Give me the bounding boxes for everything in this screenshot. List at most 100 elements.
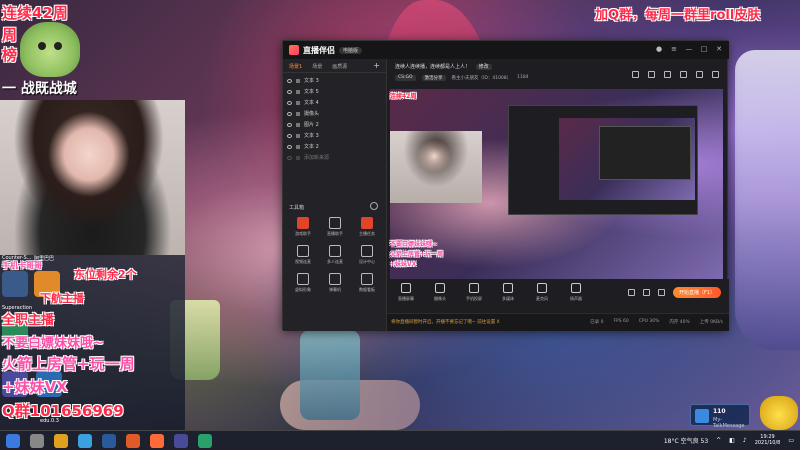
lock-icon <box>296 155 300 160</box>
task-icon <box>361 217 373 229</box>
preview-webcam <box>390 131 482 203</box>
tool-anchor-task[interactable]: 主播任务 <box>351 217 383 237</box>
overlay-rank-char: 榜 <box>2 46 18 64</box>
start-stream-button[interactable]: 开始直播（F1） <box>672 287 721 298</box>
tool-design-center[interactable]: 设计中心 <box>351 245 383 265</box>
eye-icon[interactable] <box>287 133 292 138</box>
lock-icon[interactable] <box>296 100 300 105</box>
wechat-icon[interactable] <box>198 434 212 448</box>
list-item[interactable]: 图片 2 <box>287 119 382 130</box>
weather-text[interactable]: 18°C 空气良 53 <box>664 436 708 445</box>
tab-quality[interactable]: 画质源 <box>332 63 347 70</box>
app-titlebar[interactable]: 直播伴侣 电脑版 ● ≡ — □ ✕ <box>283 41 729 59</box>
speaker-button[interactable]: 扬声器 <box>565 283 587 302</box>
quality-icon[interactable] <box>642 289 650 296</box>
overlay-guild-text: 一 战既战城 <box>2 81 77 97</box>
stream-title: 连续人连续播，连续都是人上人！ <box>395 64 471 70</box>
lock-icon[interactable] <box>296 78 300 83</box>
eye-icon[interactable] <box>287 111 292 116</box>
record-video-icon[interactable] <box>627 289 635 296</box>
network-tray-icon[interactable]: ◧ <box>729 437 735 444</box>
bell-icon[interactable] <box>680 71 687 78</box>
eye-icon[interactable] <box>287 122 292 127</box>
clock[interactable]: 19:29 2021/10/8 <box>755 434 781 446</box>
eye-icon[interactable] <box>287 89 292 94</box>
edit-title-button[interactable]: 修改 <box>475 64 492 70</box>
app-icon[interactable] <box>126 434 140 448</box>
tool-multi-mic[interactable]: 多人连麦 <box>319 245 351 265</box>
search-icon[interactable] <box>30 434 44 448</box>
stream-preview[interactable]: 连续42周 不要白嫖妹妹哦~ 火箭上房管+玩一周 +妹妹VX <box>390 89 723 279</box>
list-item[interactable]: 文本 5 <box>287 86 382 97</box>
list-item[interactable]: 摄像头 <box>287 108 382 119</box>
minimize-icon[interactable]: — <box>685 45 693 53</box>
media-button[interactable]: 多媒体 <box>497 283 519 302</box>
volume-icon[interactable]: ♪ <box>743 437 747 444</box>
lock-icon[interactable] <box>664 71 671 78</box>
overlay-line: 火箭上房管+玩一周 <box>2 355 135 373</box>
chevron-up-icon[interactable]: ^ <box>716 437 721 444</box>
add-scene-icon[interactable]: + <box>373 61 380 70</box>
steam-icon[interactable] <box>102 434 116 448</box>
button-label: 多媒体 <box>502 296 514 301</box>
game-tag[interactable]: CS:GO <box>395 75 416 81</box>
share-tag[interactable]: 激活分享 <box>421 75 446 81</box>
avatar-icon[interactable]: ● <box>655 45 663 53</box>
fullscreen-icon[interactable] <box>712 71 719 78</box>
status-message[interactable]: 将你直播间暂时开启。开播不要忘记了哦~ 前往设置 X <box>391 319 500 325</box>
teamspeak-icon[interactable] <box>174 434 188 448</box>
tool-game-assistant[interactable]: 游戏助手 <box>287 217 319 237</box>
gear-icon[interactable] <box>657 289 665 296</box>
tab-scene-1[interactable]: 场景1 <box>289 63 302 70</box>
notification-icon[interactable]: ▭ <box>788 437 794 444</box>
share-icon[interactable] <box>648 71 655 78</box>
list-item[interactable]: 文本 2 <box>287 141 382 152</box>
app-version-badge: 电脑版 <box>339 46 363 54</box>
lock-icon[interactable] <box>296 144 300 149</box>
add-source-item[interactable]: 添加新来源 <box>287 152 382 163</box>
list-item[interactable]: 文本 3 <box>287 75 382 86</box>
overlay-line: +妹妹VX <box>2 378 68 396</box>
right-character <box>735 50 800 350</box>
eye-icon[interactable] <box>287 100 292 105</box>
nested-app-preview <box>508 105 698 215</box>
tool-danmaku[interactable]: 弹幕机 <box>319 273 351 293</box>
phone-cast-button[interactable]: 手机投屏 <box>463 283 485 302</box>
tool-label: 视频连麦 <box>295 259 311 264</box>
record-icon[interactable] <box>632 71 639 78</box>
tool-virtual-avatar[interactable]: 虚拟形象 <box>287 273 319 293</box>
list-item[interactable]: 文本 3 <box>287 130 382 141</box>
video-icon <box>297 245 309 257</box>
windows-start-icon[interactable] <box>6 434 20 448</box>
tab-scene[interactable]: 场景 <box>312 63 322 70</box>
tool-data-board[interactable]: 数据看板 <box>351 273 383 293</box>
tool-live-assistant[interactable]: 直播助手 <box>319 217 351 237</box>
live-companion-icon[interactable] <box>150 434 164 448</box>
mic-button[interactable]: 麦克风 <box>531 283 553 302</box>
folder-icon[interactable] <box>54 434 68 448</box>
room-info: 看主小夫朋友（ID：41008） <box>451 76 512 81</box>
layout-icon[interactable] <box>696 71 703 78</box>
maximize-icon[interactable]: □ <box>700 45 708 53</box>
lock-icon[interactable] <box>296 89 300 94</box>
streaming-app-window[interactable]: 直播伴侣 电脑版 ● ≡ — □ ✕ 场景1 场景 画质源 + 文本 3 文本 … <box>282 40 729 331</box>
camera-button[interactable]: 摄像头 <box>429 283 451 302</box>
close-icon[interactable]: ✕ <box>715 45 723 53</box>
lock-icon[interactable] <box>296 122 300 127</box>
gear-icon[interactable] <box>370 202 378 210</box>
lock-icon[interactable] <box>296 111 300 116</box>
desktop-shortcut-icon[interactable] <box>2 271 28 297</box>
source-label: 文本 3 <box>304 133 319 139</box>
menu-icon[interactable]: ≡ <box>670 45 678 53</box>
button-label: 手机投屏 <box>466 296 482 301</box>
screen-capture-button[interactable]: 直播屏幕 <box>395 283 417 302</box>
tool-video-mic[interactable]: 视频连麦 <box>287 245 319 265</box>
eye-icon[interactable] <box>287 78 292 83</box>
stat-cpu: CPU 30% <box>638 319 660 324</box>
eye-icon[interactable] <box>287 144 292 149</box>
list-item[interactable]: 文本 4 <box>287 97 382 108</box>
toolbox-grid: 游戏助手 直播助手 主播任务 视频连麦 多人连麦 设计中心 虚拟形象 弹幕机 数… <box>287 217 383 293</box>
browser-icon[interactable] <box>78 434 92 448</box>
tool-label: 虚拟形象 <box>295 287 311 292</box>
lock-icon[interactable] <box>296 133 300 138</box>
